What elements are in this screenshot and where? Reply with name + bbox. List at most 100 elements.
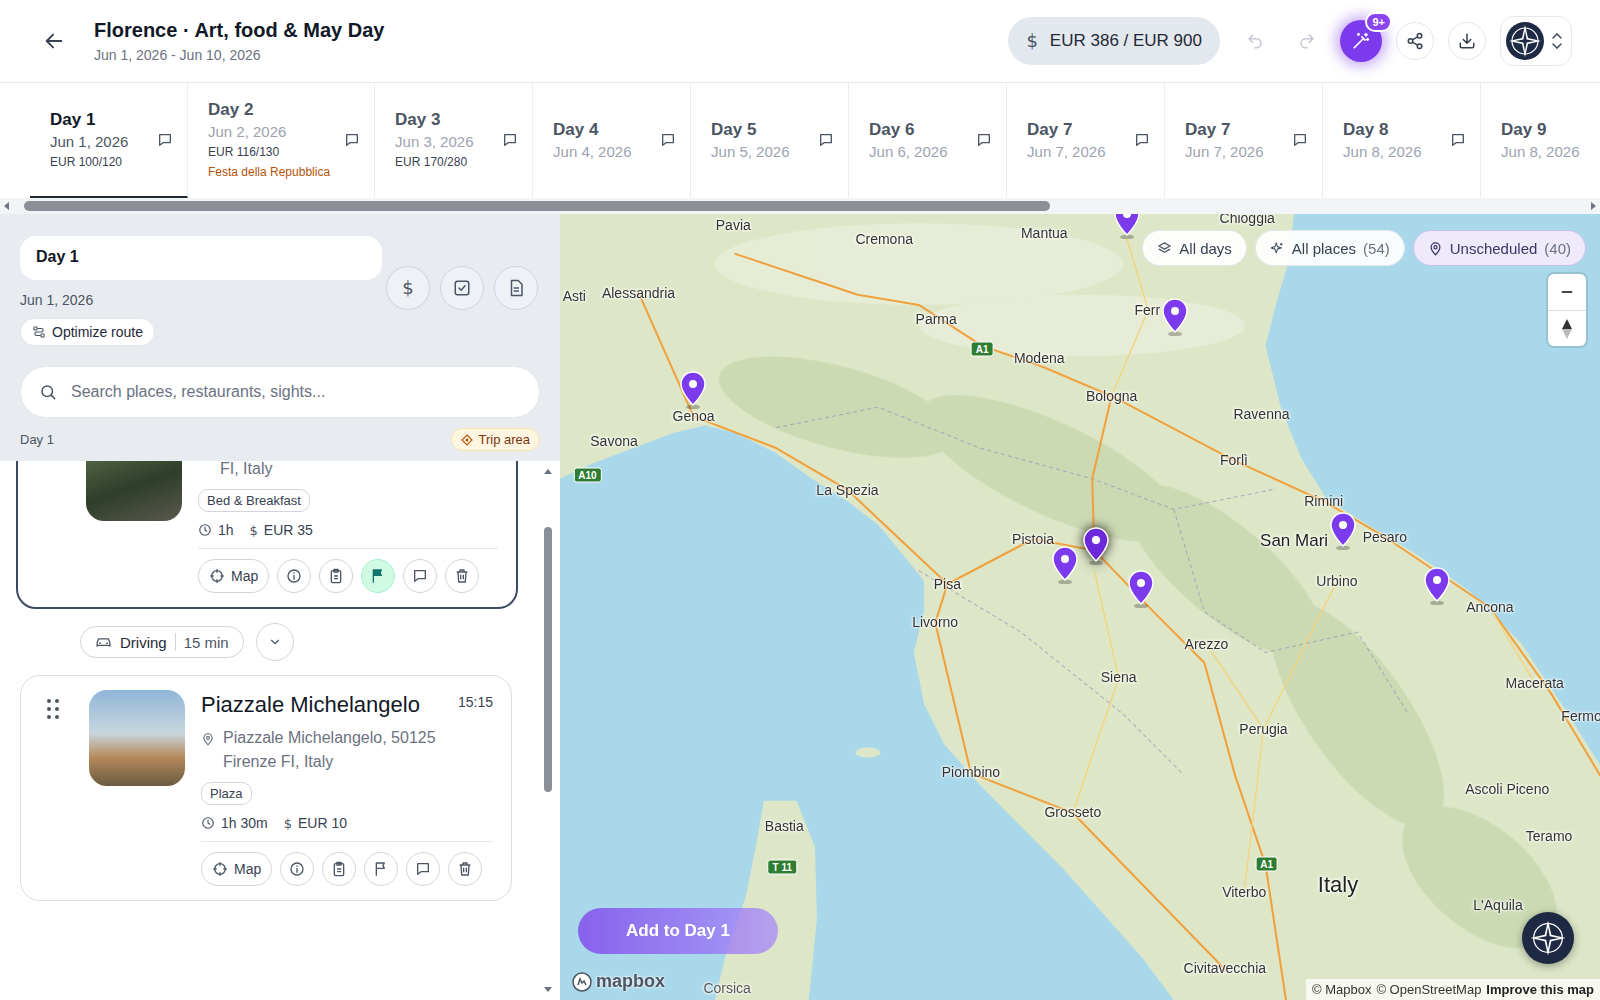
map-pin[interactable] bbox=[1112, 214, 1142, 239]
day-name-input[interactable]: Day 1 bbox=[20, 236, 382, 280]
comment-button[interactable] bbox=[406, 852, 440, 886]
day-label: Day 3 bbox=[395, 110, 488, 130]
trip-area-label: Trip area bbox=[478, 432, 530, 447]
map-pin-icon bbox=[1050, 546, 1080, 584]
day-tab[interactable]: Day 1Jun 1, 2026EUR 100/120 bbox=[30, 83, 188, 198]
map-pin[interactable] bbox=[1328, 512, 1358, 550]
day-tab[interactable]: Day 8Jun 8, 2026 bbox=[1323, 83, 1481, 198]
comment-icon[interactable] bbox=[1292, 132, 1308, 148]
add-to-day-button[interactable]: Add to Day 1 bbox=[578, 908, 778, 954]
day-tab[interactable]: Day 3Jun 3, 2026EUR 170/280 bbox=[375, 83, 533, 198]
tabs-scrollbar[interactable] bbox=[0, 198, 1600, 214]
trip-title[interactable]: Florence · Art, food & May Day bbox=[94, 19, 384, 42]
delete-button[interactable] bbox=[445, 559, 479, 593]
day-date: Jun 7, 2026 bbox=[1027, 143, 1120, 160]
map-pin[interactable] bbox=[1160, 298, 1190, 336]
comment-icon[interactable] bbox=[1134, 132, 1150, 148]
stop-address-text: Borgo S. Frediano, 8, 50124 Firenze FI, … bbox=[220, 461, 498, 481]
map-filter-chip[interactable]: All places(54) bbox=[1255, 230, 1405, 266]
scroll-right-icon[interactable] bbox=[1588, 201, 1598, 211]
map-button-label: Map bbox=[234, 861, 261, 877]
comment-icon[interactable] bbox=[157, 132, 173, 148]
download-button[interactable] bbox=[1448, 22, 1486, 60]
list-scrollbar[interactable] bbox=[540, 461, 556, 1000]
mapbox-logo[interactable]: mapbox bbox=[572, 971, 665, 992]
stop-name[interactable]: Piazzale Michelangelo bbox=[201, 692, 420, 718]
map-pin-icon bbox=[1422, 567, 1452, 605]
map-filter-chip[interactable]: All days bbox=[1142, 230, 1247, 266]
attribution-link[interactable]: © OpenStreetMap bbox=[1376, 982, 1481, 997]
drag-handle[interactable] bbox=[33, 690, 73, 886]
account-switcher[interactable] bbox=[1500, 16, 1572, 66]
info-button[interactable] bbox=[277, 559, 311, 593]
back-button[interactable] bbox=[40, 27, 68, 55]
map-pin[interactable] bbox=[1050, 546, 1080, 584]
day-panel-header: Day 1Jun 1, 2026Optimize route$Search pl… bbox=[0, 214, 560, 461]
details-button[interactable] bbox=[319, 559, 353, 593]
assistant-compass-button[interactable] bbox=[1522, 912, 1574, 964]
reset-north-button[interactable] bbox=[1548, 310, 1586, 346]
day-tab[interactable]: Day 6Jun 6, 2026 bbox=[849, 83, 1007, 198]
comment-icon[interactable] bbox=[818, 132, 834, 148]
travel-mode-pill[interactable]: Driving15 min bbox=[80, 626, 244, 658]
filter-count: (40) bbox=[1544, 240, 1571, 257]
ai-assistant-button[interactable]: 9+ bbox=[1340, 20, 1382, 62]
share-button[interactable] bbox=[1396, 22, 1434, 60]
flag-icon bbox=[370, 568, 386, 584]
delete-button[interactable] bbox=[448, 852, 482, 886]
day-budget-button[interactable]: $ bbox=[386, 266, 430, 310]
place-search-field[interactable]: Search places, restaurants, sights... bbox=[20, 366, 540, 418]
day-tab-text: Day 6Jun 6, 2026 bbox=[869, 120, 962, 160]
map-pin[interactable] bbox=[1126, 570, 1156, 608]
attribution-link[interactable]: © Mapbox bbox=[1312, 982, 1371, 997]
day-budget: EUR 100/120 bbox=[50, 155, 143, 169]
comment-icon[interactable] bbox=[502, 132, 518, 148]
map[interactable]: ChioggiaPaviaCremonaMantuaAstiAlessandri… bbox=[560, 214, 1600, 1000]
comment-icon[interactable] bbox=[344, 132, 360, 148]
details-button[interactable] bbox=[322, 852, 356, 886]
day-tab[interactable]: Day 4Jun 4, 2026 bbox=[533, 83, 691, 198]
info-button[interactable] bbox=[280, 852, 314, 886]
day-tab[interactable]: Day 9Jun 8, 2026 bbox=[1481, 83, 1600, 198]
scroll-down-icon[interactable] bbox=[543, 984, 553, 994]
map-pin[interactable] bbox=[678, 371, 708, 409]
day-checklist-button[interactable] bbox=[440, 266, 484, 310]
comment-icon[interactable] bbox=[1450, 132, 1466, 148]
stop-address: Borgo S. Frediano, 8, 50124 Firenze FI, … bbox=[198, 461, 498, 481]
show-on-map-button[interactable]: Map bbox=[201, 852, 272, 886]
day-tab[interactable]: Day 7Jun 7, 2026 bbox=[1165, 83, 1323, 198]
stop-card[interactable]: Borgo S. Frediano, 8, 50124 Firenze FI, … bbox=[16, 461, 518, 609]
scroll-up-icon[interactable] bbox=[543, 467, 553, 477]
zoom-out-button[interactable] bbox=[1548, 274, 1586, 310]
day-notes-button[interactable] bbox=[494, 266, 538, 310]
map-place-label: Pavia bbox=[716, 217, 751, 233]
optimize-route-button[interactable]: Optimize route bbox=[20, 318, 155, 346]
zoom-controls bbox=[1548, 274, 1586, 346]
drag-handle[interactable] bbox=[30, 461, 70, 593]
flag-button[interactable] bbox=[361, 559, 395, 593]
stop-card[interactable]: Piazzale Michelangelo15:15Piazzale Miche… bbox=[20, 675, 512, 901]
comment-icon[interactable] bbox=[976, 132, 992, 148]
flag-button[interactable] bbox=[364, 852, 398, 886]
day-tab[interactable]: Day 2Jun 2, 2026EUR 116/130Festa della R… bbox=[188, 83, 375, 198]
undo-button[interactable] bbox=[1236, 22, 1274, 60]
scrollbar-thumb[interactable] bbox=[24, 201, 1050, 211]
redo-button[interactable] bbox=[1288, 22, 1326, 60]
budget-pill[interactable]: $EUR 386 / EUR 900 bbox=[1008, 17, 1220, 65]
stop-time[interactable]: 15:15 bbox=[458, 692, 493, 710]
comment-button[interactable] bbox=[403, 559, 437, 593]
day-tab[interactable]: Day 7Jun 7, 2026 bbox=[1007, 83, 1165, 198]
trip-area-badge[interactable]: Trip area bbox=[451, 428, 540, 451]
day-tab[interactable]: Day 5Jun 5, 2026 bbox=[691, 83, 849, 198]
attribution-link[interactable]: Improve this map bbox=[1486, 982, 1594, 997]
map-filter-chip[interactable]: Unscheduled(40) bbox=[1413, 230, 1586, 266]
show-on-map-button[interactable]: Map bbox=[198, 559, 269, 593]
scrollbar-thumb[interactable] bbox=[544, 527, 552, 792]
travel-expand-button[interactable] bbox=[256, 623, 294, 661]
comment-icon[interactable] bbox=[660, 132, 676, 148]
stop-category-tag: Bed & Breakfast bbox=[198, 489, 310, 512]
day-tools: $ bbox=[386, 266, 540, 310]
scroll-left-icon[interactable] bbox=[2, 201, 12, 211]
map-pin[interactable] bbox=[1081, 527, 1111, 565]
map-pin[interactable] bbox=[1422, 567, 1452, 605]
